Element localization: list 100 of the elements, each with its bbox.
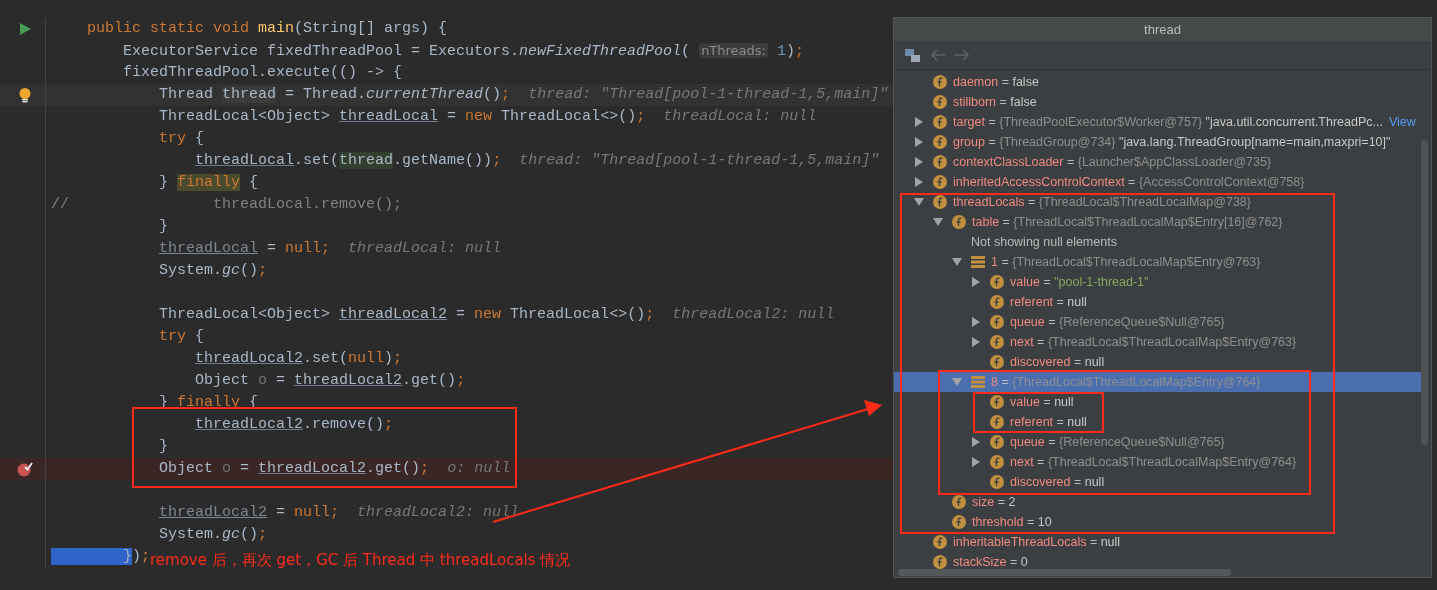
code-line: try { bbox=[158, 129, 205, 149]
tree-row[interactable]: discovered = null bbox=[894, 472, 1421, 492]
field-icon bbox=[990, 355, 1004, 369]
tree-row[interactable]: table = {ThreadLocal$ThreadLocalMap$Entry[16]@762} bbox=[894, 212, 1421, 232]
code-line: ExecutorService fixedThreadPool = Executors.newFixedThreadPool( nThreads: 1); bbox=[122, 41, 805, 62]
variable-entry: inheritableThreadLocals = null bbox=[953, 535, 1121, 549]
tree-row[interactable]: value = "pool-1-thread-1" bbox=[894, 272, 1421, 292]
entry-icon bbox=[971, 375, 985, 389]
variable-entry: inheritedAccessControlContext = {AccessControlContext@758} bbox=[953, 175, 1305, 189]
variable-entry: 8 = {ThreadLocal$ThreadLocalMap$Entry@764} bbox=[991, 375, 1261, 389]
field-icon bbox=[990, 475, 1004, 489]
tree-row[interactable]: next = {ThreadLocal$ThreadLocalMap$Entry@764} bbox=[894, 452, 1421, 472]
tree-row[interactable]: inheritableThreadLocals = null bbox=[894, 532, 1421, 552]
variable-entry: threshold = 10 bbox=[972, 515, 1052, 529]
variable-entry: contextClassLoader = {Launcher$AppClassLoader@735} bbox=[953, 155, 1272, 169]
code-line: threadLocal2.remove(); bbox=[194, 415, 394, 435]
variable-entry: next = {ThreadLocal$ThreadLocalMap$Entry@763} bbox=[1010, 335, 1297, 349]
tree-row[interactable]: Not showing null elements bbox=[894, 232, 1421, 252]
code-line: ThreadLocal<Object> threadLocal = new ThreadLocal<>(); threadLocal: null bbox=[158, 107, 817, 127]
horizontal-scrollbar[interactable] bbox=[898, 569, 1231, 576]
collapse-arrow-icon[interactable] bbox=[932, 217, 944, 227]
code-line: ThreadLocal<Object> threadLocal2 = new ThreadLocal<>(); threadLocal2: null bbox=[158, 305, 835, 325]
code-line: threadLocal2.set(null); bbox=[194, 349, 403, 369]
tree-row[interactable]: target = {ThreadPoolExecutor$Worker@757} "java.util.concurrent.ThreadPc... View bbox=[894, 112, 1421, 132]
variable-entry: stackSize = 0 bbox=[953, 555, 1028, 569]
field-icon bbox=[952, 495, 966, 509]
field-icon bbox=[990, 295, 1004, 309]
code-line: System.gc(); bbox=[158, 261, 268, 281]
expand-arrow-icon[interactable] bbox=[970, 277, 982, 287]
field-icon bbox=[952, 515, 966, 529]
tree-note: Not showing null elements bbox=[971, 235, 1117, 249]
expand-arrow-icon[interactable] bbox=[970, 317, 982, 327]
collapse-arrow-icon[interactable] bbox=[951, 257, 963, 267]
expand-arrow-icon[interactable] bbox=[913, 117, 925, 127]
tree-row[interactable]: threshold = 10 bbox=[894, 512, 1421, 532]
tree-row[interactable]: contextClassLoader = {Launcher$AppClassLoader@735} bbox=[894, 152, 1421, 172]
tree-row[interactable]: size = 2 bbox=[894, 492, 1421, 512]
expand-arrow-icon[interactable] bbox=[913, 137, 925, 147]
expand-arrow-icon[interactable] bbox=[913, 177, 925, 187]
tree-view-icon[interactable] bbox=[904, 47, 922, 63]
field-icon bbox=[990, 415, 1004, 429]
variable-entry: size = 2 bbox=[972, 495, 1016, 509]
entry-icon bbox=[971, 255, 985, 269]
variable-entry: referent = null bbox=[1010, 415, 1087, 429]
tree-row[interactable]: stillborn = false bbox=[894, 92, 1421, 112]
code-line: try { bbox=[158, 327, 205, 347]
code-line: } finally { bbox=[158, 173, 259, 193]
field-icon bbox=[933, 195, 947, 209]
code-line: threadLocal2 = null; threadLocal2: null bbox=[158, 503, 520, 523]
field-icon bbox=[933, 135, 947, 149]
expand-arrow-icon[interactable] bbox=[970, 337, 982, 347]
variable-entry: stillborn = false bbox=[953, 95, 1037, 109]
tree-row[interactable]: inheritedAccessControlContext = {AccessControlContext@758} bbox=[894, 172, 1421, 192]
view-link[interactable]: View bbox=[1389, 115, 1416, 129]
variable-entry: threadLocals = {ThreadLocal$ThreadLocalMap@738} bbox=[953, 195, 1251, 209]
collapse-arrow-icon[interactable] bbox=[913, 197, 925, 207]
variable-entry: group = {ThreadGroup@734} "java.lang.ThreadGroup[name=main,maxpri=10]" bbox=[953, 135, 1391, 149]
field-icon bbox=[933, 115, 947, 129]
run-icon[interactable] bbox=[18, 23, 31, 35]
vertical-scrollbar[interactable] bbox=[1421, 140, 1428, 445]
tree-row[interactable]: queue = {ReferenceQueue$Null@765} bbox=[894, 432, 1421, 452]
code-line: public static void main(String[] args) { bbox=[86, 19, 448, 39]
variable-entry: queue = {ReferenceQueue$Null@765} bbox=[1010, 435, 1225, 449]
tree-row[interactable]: referent = null bbox=[894, 412, 1421, 432]
variable-entry: queue = {ReferenceQueue$Null@765} bbox=[1010, 315, 1225, 329]
expand-arrow-icon[interactable] bbox=[970, 457, 982, 467]
field-icon bbox=[952, 215, 966, 229]
code-line: } bbox=[158, 437, 169, 457]
variable-entry: next = {ThreadLocal$ThreadLocalMap$Entry@764} bbox=[1010, 455, 1297, 469]
tree-row[interactable]: 1 = {ThreadLocal$ThreadLocalMap$Entry@763} bbox=[894, 252, 1421, 272]
code-line: fixedThreadPool.execute(() -> { bbox=[122, 63, 403, 83]
code-line: threadLocal = null; threadLocal: null bbox=[158, 239, 502, 259]
variable-entry: 1 = {ThreadLocal$ThreadLocalMap$Entry@763} bbox=[991, 255, 1261, 269]
tree-row[interactable]: value = null bbox=[894, 392, 1421, 412]
variable-entry: value = "pool-1-thread-1" bbox=[1010, 275, 1149, 289]
code-line: threadLocal.set(thread.getName()); thread: "Thread[pool-1-thread-1,5,main]" bbox=[194, 151, 880, 171]
variable-entry: discovered = null bbox=[1010, 355, 1105, 369]
expand-arrow-icon[interactable] bbox=[913, 157, 925, 167]
tree-row[interactable]: discovered = null bbox=[894, 352, 1421, 372]
expand-arrow-icon[interactable] bbox=[970, 437, 982, 447]
code-line: Object o = threadLocal2.get(); bbox=[194, 371, 466, 391]
lightbulb-icon[interactable] bbox=[18, 87, 31, 103]
tree-row[interactable]: queue = {ReferenceQueue$Null@765} bbox=[894, 312, 1421, 332]
tree-row[interactable]: threadLocals = {ThreadLocal$ThreadLocalMap@738} bbox=[894, 192, 1421, 212]
tree-row[interactable]: group = {ThreadGroup@734} "java.lang.ThreadGroup[name=main,maxpri=10]" bbox=[894, 132, 1421, 152]
annotation-text: remove 后，再次 get，GC 后 Thread 中 threadLocals 情况 bbox=[150, 551, 571, 570]
tree-row[interactable]: referent = null bbox=[894, 292, 1421, 312]
code-line: // threadLocal.remove(); bbox=[50, 195, 403, 215]
field-icon bbox=[990, 335, 1004, 349]
tree-row[interactable]: stackSize = 0 bbox=[894, 552, 1421, 572]
field-icon bbox=[933, 155, 947, 169]
breakpoint-icon[interactable] bbox=[16, 461, 33, 477]
code-line: Object o = threadLocal2.get(); o: null bbox=[158, 459, 511, 479]
tree-row[interactable]: daemon = false bbox=[894, 72, 1421, 92]
variable-entry: discovered = null bbox=[1010, 475, 1105, 489]
variable-entry: target = {ThreadPoolExecutor$Worker@757} "java.util.concurrent.ThreadPc... bbox=[953, 115, 1383, 129]
field-icon bbox=[990, 435, 1004, 449]
variable-entry: value = null bbox=[1010, 395, 1074, 409]
tree-row[interactable]: next = {ThreadLocal$ThreadLocalMap$Entry@763} bbox=[894, 332, 1421, 352]
variable-entry: referent = null bbox=[1010, 295, 1087, 309]
